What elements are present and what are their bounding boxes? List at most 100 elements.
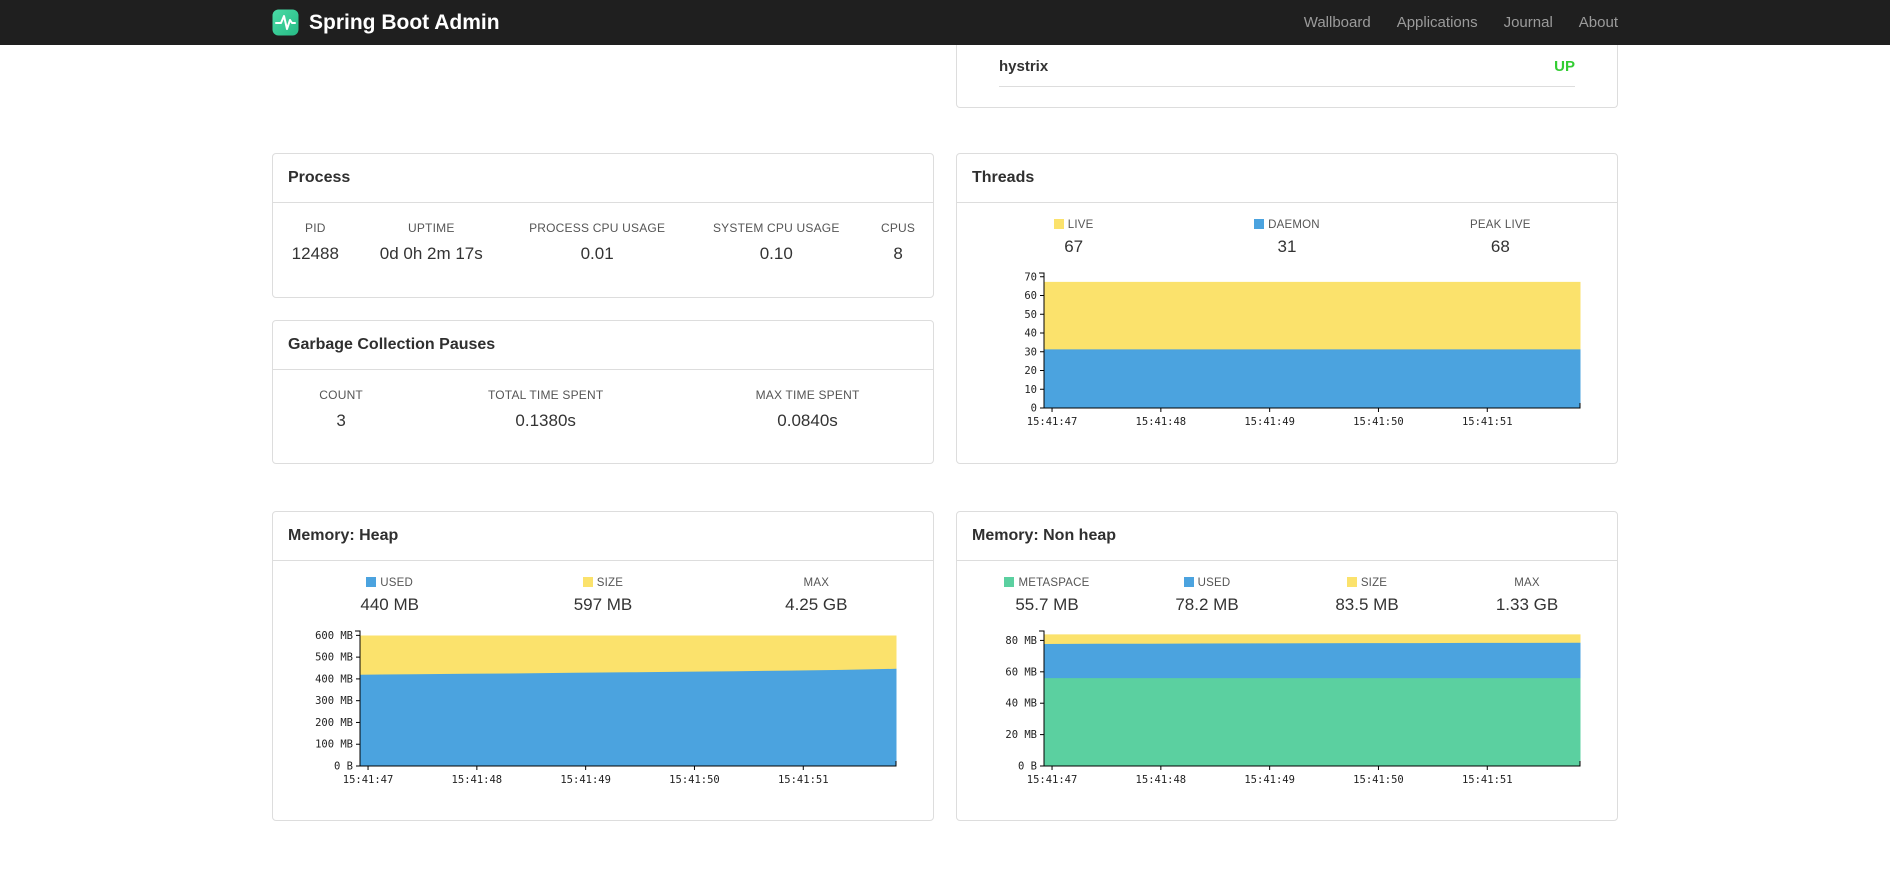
stat-value: 8 — [893, 244, 903, 263]
nonheap-chart: 0 B 20 MB 40 MB 60 MB 80 MB 15:41:47 15:41:48 1… — [957, 621, 1617, 806]
svg-text:200 MB: 200 MB — [315, 717, 353, 729]
svg-text:600 MB: 600 MB — [315, 630, 353, 642]
svg-text:0 B: 0 B — [1018, 761, 1037, 773]
nonheap-legend: METASPACE 55.7 MB USED 78.2 MB SIZE 83.5… — [957, 561, 1617, 621]
legend-label: SIZE — [596, 577, 624, 589]
threads-chart: 0 10 20 30 40 50 60 70 15:41:47 15:41:48 15:41:49 1… — [957, 263, 1617, 448]
threads-legend: LIVE 67 DAEMON 31 PEAK LIVE 68 — [957, 203, 1617, 263]
legend-swatch — [582, 577, 593, 587]
legend-item: METASPACE 55.7 MB — [967, 577, 1127, 615]
svg-text:15:41:48: 15:41:48 — [1136, 774, 1187, 786]
stat-label: CPUS — [880, 221, 916, 235]
nonheap-chart-svg: 0 B 20 MB 40 MB 60 MB 80 MB 15:41:47 15:41:48 1… — [1005, 630, 1581, 786]
legend-label: SIZE — [1360, 577, 1388, 589]
svg-text:15:41:47: 15:41:47 — [1027, 416, 1078, 428]
legend-swatch — [1053, 219, 1064, 229]
nav-wallboard[interactable]: Wallboard — [1291, 14, 1384, 31]
legend-label: MAX — [803, 577, 830, 589]
svg-text:15:41:49: 15:41:49 — [1244, 774, 1295, 786]
legend-value: 31 — [1277, 237, 1297, 256]
brand-title: Spring Boot Admin — [309, 10, 500, 34]
health-row-hystrix: hystrix UP — [999, 45, 1575, 87]
left-column: Process PID UPTIME PROCESS CPU USAGE SYS… — [272, 153, 934, 821]
legend-label: PEAK LIVE — [1470, 219, 1531, 231]
svg-text:0 B: 0 B — [334, 761, 353, 773]
svg-text:15:41:50: 15:41:50 — [1353, 416, 1404, 428]
svg-text:15:41:48: 15:41:48 — [452, 774, 503, 786]
svg-text:40 MB: 40 MB — [1005, 698, 1037, 710]
legend-value: 440 MB — [360, 595, 419, 614]
legend-value: 597 MB — [573, 595, 633, 614]
svg-text:15:41:49: 15:41:49 — [1244, 416, 1295, 428]
gc-stats: COUNT TOTAL TIME SPENT MAX TIME SPENT 3 … — [273, 388, 933, 431]
legend-label: USED — [1197, 577, 1231, 589]
nav-about[interactable]: About — [1566, 14, 1618, 31]
stat-value: 0.01 — [580, 244, 614, 263]
legend-item: SIZE 83.5 MB — [1287, 577, 1447, 615]
legend-item: MAX 1.33 GB — [1447, 577, 1607, 615]
svg-text:60 MB: 60 MB — [1005, 666, 1037, 678]
navbar-container: Spring Boot Admin Wallboard Applications… — [272, 0, 1618, 45]
nav-links: Wallboard Applications Journal About — [1291, 14, 1618, 31]
stat-label: PROCESS CPU USAGE — [529, 221, 666, 235]
heap-panel-title: Memory: Heap — [273, 512, 933, 561]
legend-value: 83.5 MB — [1335, 595, 1399, 614]
nav-applications[interactable]: Applications — [1384, 14, 1491, 31]
legend-value: 67 — [1064, 237, 1084, 256]
legend-value: 55.7 MB — [1015, 595, 1079, 614]
legend-label: METASPACE — [1018, 577, 1090, 589]
legend-swatch — [1183, 577, 1194, 587]
legend-value: 4.25 GB — [785, 595, 848, 614]
legend-label: DAEMON — [1268, 219, 1320, 231]
svg-text:50: 50 — [1024, 309, 1037, 321]
stat-label: UPTIME — [407, 221, 455, 235]
stat-value: 0.1380s — [515, 411, 576, 430]
threads-panel: Threads LIVE 67 DAEMON 31 PEAK LIVE 68 0… — [956, 153, 1618, 464]
svg-text:15:41:51: 15:41:51 — [1462, 416, 1513, 428]
legend-item: USED 78.2 MB — [1127, 577, 1287, 615]
content: Process PID UPTIME PROCESS CPU USAGE SYS… — [272, 45, 1618, 821]
heap-panel: Memory: Heap USED 440 MB SIZE 597 MB MAX… — [272, 511, 934, 821]
stat-value: 0.0840s — [777, 411, 838, 430]
threads-chart-svg: 0 10 20 30 40 50 60 70 15:41:47 15:41:48 15:41:49 1… — [1024, 271, 1581, 428]
legend-swatch — [1254, 219, 1265, 229]
gc-panel: Garbage Collection Pauses COUNT TOTAL TI… — [272, 320, 934, 464]
legend-item: USED 440 MB — [283, 577, 496, 615]
svg-text:10: 10 — [1024, 384, 1037, 396]
brand[interactable]: Spring Boot Admin — [272, 9, 500, 36]
svg-text:40: 40 — [1024, 328, 1037, 340]
nav-journal[interactable]: Journal — [1491, 14, 1566, 31]
legend-item: LIVE 67 — [967, 219, 1180, 257]
process-panel: Process PID UPTIME PROCESS CPU USAGE SYS… — [272, 153, 934, 298]
stat-label: TOTAL TIME SPENT — [487, 388, 604, 402]
svg-text:70: 70 — [1024, 271, 1037, 283]
legend-item: DAEMON 31 — [1180, 219, 1393, 257]
stat-value: 0.10 — [759, 244, 793, 263]
svg-text:15:41:51: 15:41:51 — [1462, 774, 1513, 786]
legend-swatch — [1004, 577, 1015, 587]
stat-value: 0d 0h 2m 17s — [379, 244, 483, 263]
health-body: hystrix UP — [957, 45, 1617, 87]
threads-panel-title: Threads — [957, 154, 1617, 203]
stat-value: 3 — [336, 411, 346, 430]
legend-value: 68 — [1490, 237, 1510, 256]
process-panel-title: Process — [273, 154, 933, 203]
nonheap-panel-title: Memory: Non heap — [957, 512, 1617, 561]
stat-value: 12488 — [291, 244, 339, 263]
heap-chart-svg: 0 B 100 MB 200 MB 300 MB 400 MB 500 MB 600 MB 1… — [315, 630, 897, 786]
legend-label: MAX — [1514, 577, 1540, 589]
svg-text:100 MB: 100 MB — [315, 739, 353, 751]
legend-swatch — [366, 577, 377, 587]
right-column: hystrix UP Threads LIVE 67 DAEMON 31 PEA… — [956, 45, 1618, 821]
legend-label: USED — [380, 577, 414, 589]
svg-text:20: 20 — [1024, 365, 1037, 377]
nonheap-panel: Memory: Non heap METASPACE 55.7 MB USED … — [956, 511, 1618, 821]
navbar: Spring Boot Admin Wallboard Applications… — [0, 0, 1890, 45]
svg-text:300 MB: 300 MB — [315, 695, 353, 707]
svg-text:15:41:51: 15:41:51 — [778, 774, 829, 786]
svg-text:500 MB: 500 MB — [315, 652, 353, 664]
heap-legend: USED 440 MB SIZE 597 MB MAX 4.25 GB — [273, 561, 933, 621]
svg-text:30: 30 — [1024, 346, 1037, 358]
legend-value: 1.33 GB — [1495, 595, 1559, 614]
svg-text:15:41:49: 15:41:49 — [560, 774, 611, 786]
